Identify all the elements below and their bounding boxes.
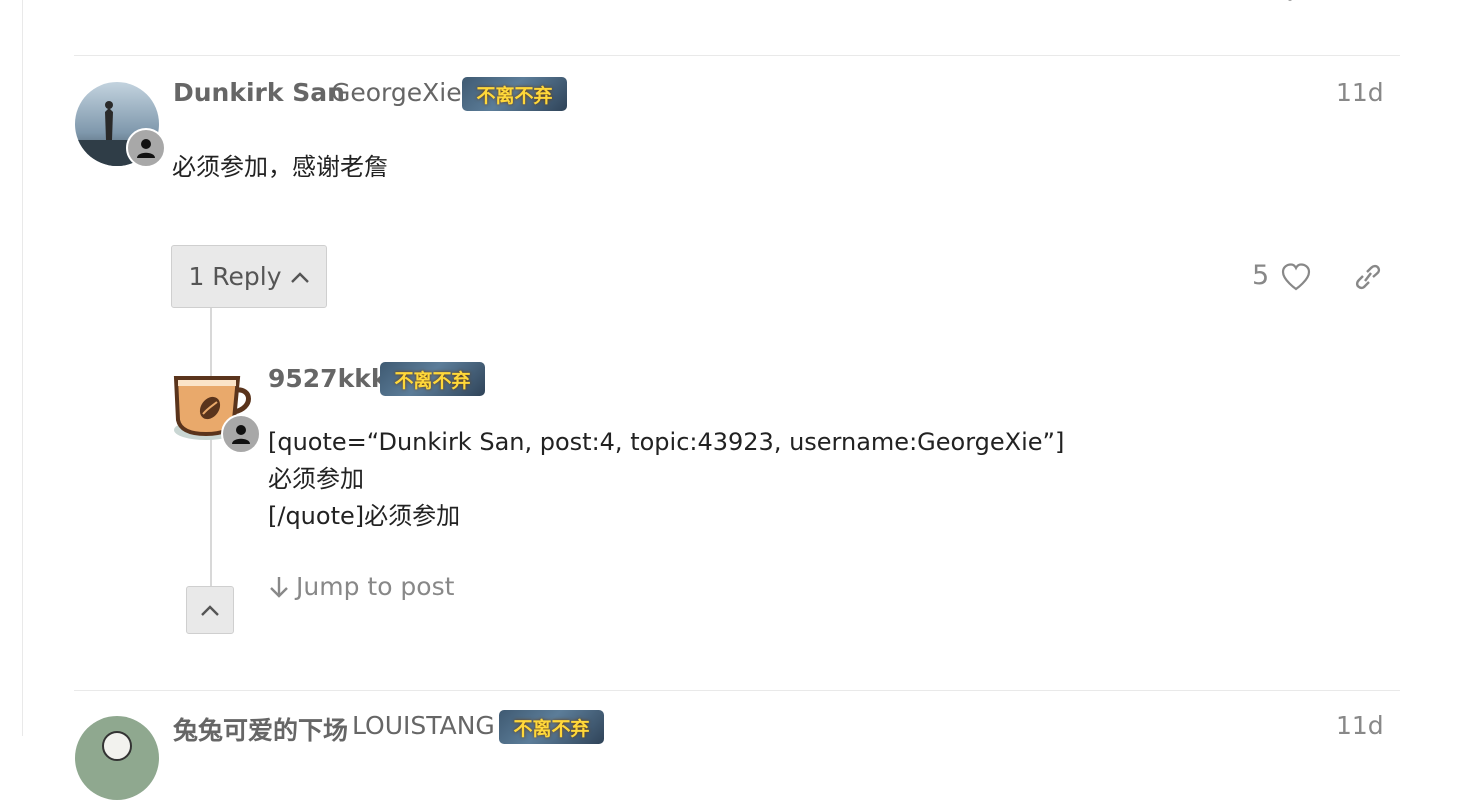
flair-text: 不离不弃: [394, 369, 471, 392]
chevron-up-icon: [290, 271, 309, 283]
reply-body-line: [/quote]必须参加: [268, 502, 461, 530]
replies-toggle-button[interactable]: 1 Reply: [171, 245, 327, 308]
user-status-badge: [126, 128, 166, 168]
arrow-down-icon: [270, 576, 288, 598]
post-display-name[interactable]: Dunkirk San: [173, 78, 345, 107]
chevron-up-icon: [201, 605, 219, 616]
left-rail: [22, 0, 23, 736]
reply-user-status-badge: [221, 414, 261, 454]
share-link-button[interactable]: [1352, 263, 1384, 291]
reply-user-flair: 不离不弃: [380, 362, 485, 396]
next-post-display-name[interactable]: 兔兔可爱的下场: [173, 711, 348, 747]
heart-icon: [1281, 263, 1311, 291]
flair-text: 不离不弃: [513, 717, 590, 740]
like-button[interactable]: [1280, 262, 1312, 292]
jump-to-post-label: Jump to post: [296, 572, 455, 601]
replies-toggle-label: 1 Reply: [188, 262, 282, 291]
post-date[interactable]: 11d: [1336, 78, 1384, 107]
next-post-avatar[interactable]: [75, 716, 159, 800]
post-body: 必须参加，感谢老詹: [172, 153, 388, 181]
reply-body: [quote=“Dunkirk San, post:4, topic:43923…: [268, 424, 1064, 535]
post-divider: [74, 55, 1400, 56]
user-icon: [232, 425, 250, 444]
prev-post-actions: [1250, 0, 1370, 14]
next-post-user-flair: 不离不弃: [499, 710, 604, 744]
post-username[interactable]: GeorgeXie: [331, 78, 462, 107]
jump-to-post-link[interactable]: Jump to post: [268, 572, 454, 601]
link-icon: [1355, 264, 1381, 290]
user-icon: [137, 139, 155, 158]
flair-text: 不离不弃: [476, 84, 553, 107]
reply-username[interactable]: 9527kkk: [268, 364, 387, 393]
user-flair: 不离不弃: [462, 77, 567, 111]
reply-body-line: 必须参加: [268, 465, 364, 493]
post-divider: [74, 690, 1400, 691]
collapse-replies-button[interactable]: [186, 586, 234, 634]
like-count[interactable]: 5: [1252, 260, 1269, 291]
reply-body-line: [quote=“Dunkirk San, post:4, topic:43923…: [268, 428, 1065, 456]
